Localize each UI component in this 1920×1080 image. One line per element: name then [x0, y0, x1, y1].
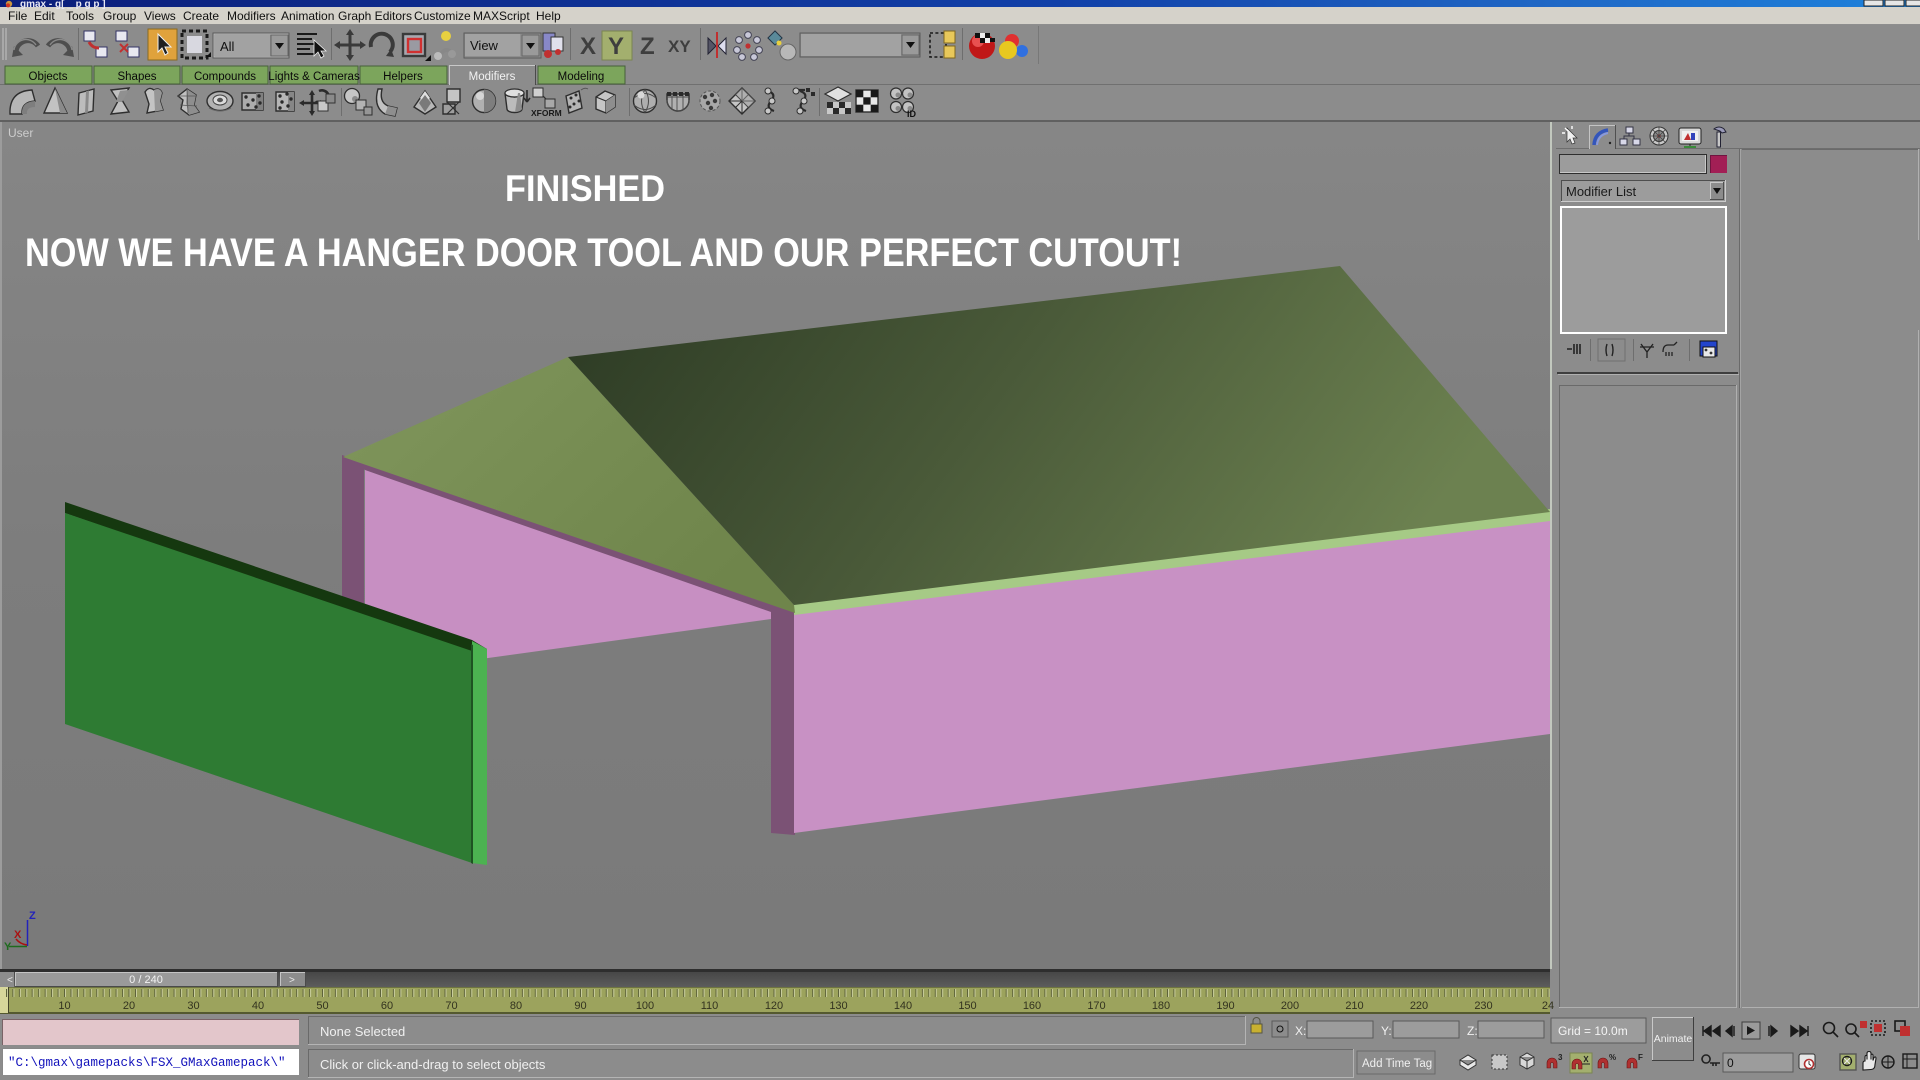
svg-text:Animation: Animation: [281, 9, 334, 23]
svg-text:Tools: Tools: [66, 9, 94, 23]
svg-text:MAXScript: MAXScript: [473, 9, 530, 23]
svg-text:X: X: [580, 33, 596, 60]
svg-text:Z:: Z:: [1467, 1024, 1478, 1038]
svg-text:30: 30: [187, 1000, 199, 1012]
svg-text:200: 200: [1281, 1000, 1299, 1012]
svg-text:Z: Z: [640, 33, 655, 60]
svg-text:Shapes: Shapes: [117, 71, 156, 83]
svg-text:180: 180: [1152, 1000, 1170, 1012]
svg-text:%: %: [1609, 1053, 1616, 1062]
svg-text:Compounds: Compounds: [194, 71, 256, 83]
svg-text:170: 170: [1087, 1000, 1105, 1012]
svg-text:Graph Editors: Graph Editors: [338, 9, 412, 23]
svg-text:0 / 240: 0 / 240: [129, 974, 163, 986]
svg-text:Views: Views: [144, 9, 176, 23]
svg-text:User: User: [8, 126, 33, 140]
svg-text:Customize: Customize: [414, 9, 471, 23]
svg-text:90: 90: [574, 1000, 586, 1012]
svg-text:Lights & Cameras: Lights & Cameras: [268, 71, 360, 83]
svg-text:Group: Group: [103, 9, 137, 23]
svg-text:Modifier List: Modifier List: [1566, 184, 1636, 199]
svg-text:X:: X:: [1295, 1024, 1306, 1038]
svg-text:NOW WE HAVE A HANGER DOOR TOOL: NOW WE HAVE A HANGER DOOR TOOL AND OUR P…: [25, 231, 1182, 275]
svg-text:50: 50: [316, 1000, 328, 1012]
svg-text:All: All: [220, 39, 235, 54]
svg-text:3: 3: [1558, 1053, 1563, 1062]
svg-text:100: 100: [636, 1000, 654, 1012]
svg-text:Y: Y: [4, 941, 12, 953]
svg-text:Modifiers: Modifiers: [227, 9, 276, 23]
svg-text:Animate: Animate: [1654, 1033, 1693, 1045]
svg-text:XFORM: XFORM: [531, 108, 562, 118]
svg-text:Modeling: Modeling: [558, 71, 605, 83]
svg-text:>: >: [289, 975, 295, 986]
svg-text:10: 10: [58, 1000, 70, 1012]
svg-text:Y:: Y:: [1381, 1024, 1392, 1038]
svg-text:24: 24: [1542, 1000, 1554, 1012]
svg-text:40: 40: [252, 1000, 264, 1012]
svg-text:80: 80: [510, 1000, 522, 1012]
svg-text:220: 220: [1410, 1000, 1428, 1012]
svg-text:ID: ID: [907, 109, 917, 119]
svg-text:20: 20: [123, 1000, 135, 1012]
svg-text:Click or click-and-drag to sel: Click or click-and-drag to select object…: [320, 1057, 546, 1072]
svg-text:"C:\gmax\gamepacks\FSX_GMaxGam: "C:\gmax\gamepacks\FSX_GMaxGamepack\": [8, 1056, 286, 1070]
svg-text:110: 110: [701, 1000, 719, 1012]
svg-text:150: 150: [958, 1000, 976, 1012]
svg-text:Create: Create: [183, 9, 219, 23]
svg-text:None Selected: None Selected: [320, 1024, 405, 1039]
svg-text:210: 210: [1345, 1000, 1363, 1012]
svg-text:Help: Help: [536, 9, 561, 23]
svg-text:Add Time Tag: Add Time Tag: [1362, 1058, 1432, 1070]
svg-text:XY: XY: [668, 37, 691, 56]
svg-text:60: 60: [381, 1000, 393, 1012]
svg-text:120: 120: [765, 1000, 783, 1012]
svg-text:Modifiers: Modifiers: [469, 71, 516, 83]
svg-text:Objects: Objects: [29, 71, 68, 83]
svg-text:Z: Z: [29, 910, 36, 922]
svg-text:130: 130: [829, 1000, 847, 1012]
svg-text:<: <: [7, 975, 13, 986]
svg-text:70: 70: [445, 1000, 457, 1012]
svg-text:View: View: [470, 38, 499, 53]
svg-text:0: 0: [1727, 1056, 1734, 1070]
svg-text:Grid = 10.0m: Grid = 10.0m: [1558, 1024, 1628, 1038]
svg-text:Helpers: Helpers: [383, 71, 423, 83]
svg-text:Edit: Edit: [34, 9, 55, 23]
svg-text:190: 190: [1216, 1000, 1234, 1012]
svg-text:File: File: [8, 9, 28, 23]
svg-text:Y: Y: [608, 33, 624, 60]
svg-text:X: X: [14, 929, 22, 941]
svg-text:FINISHED: FINISHED: [505, 168, 665, 209]
svg-text:230: 230: [1474, 1000, 1492, 1012]
svg-text:160: 160: [1023, 1000, 1041, 1012]
svg-text:F: F: [1638, 1053, 1643, 1062]
svg-text:140: 140: [894, 1000, 912, 1012]
